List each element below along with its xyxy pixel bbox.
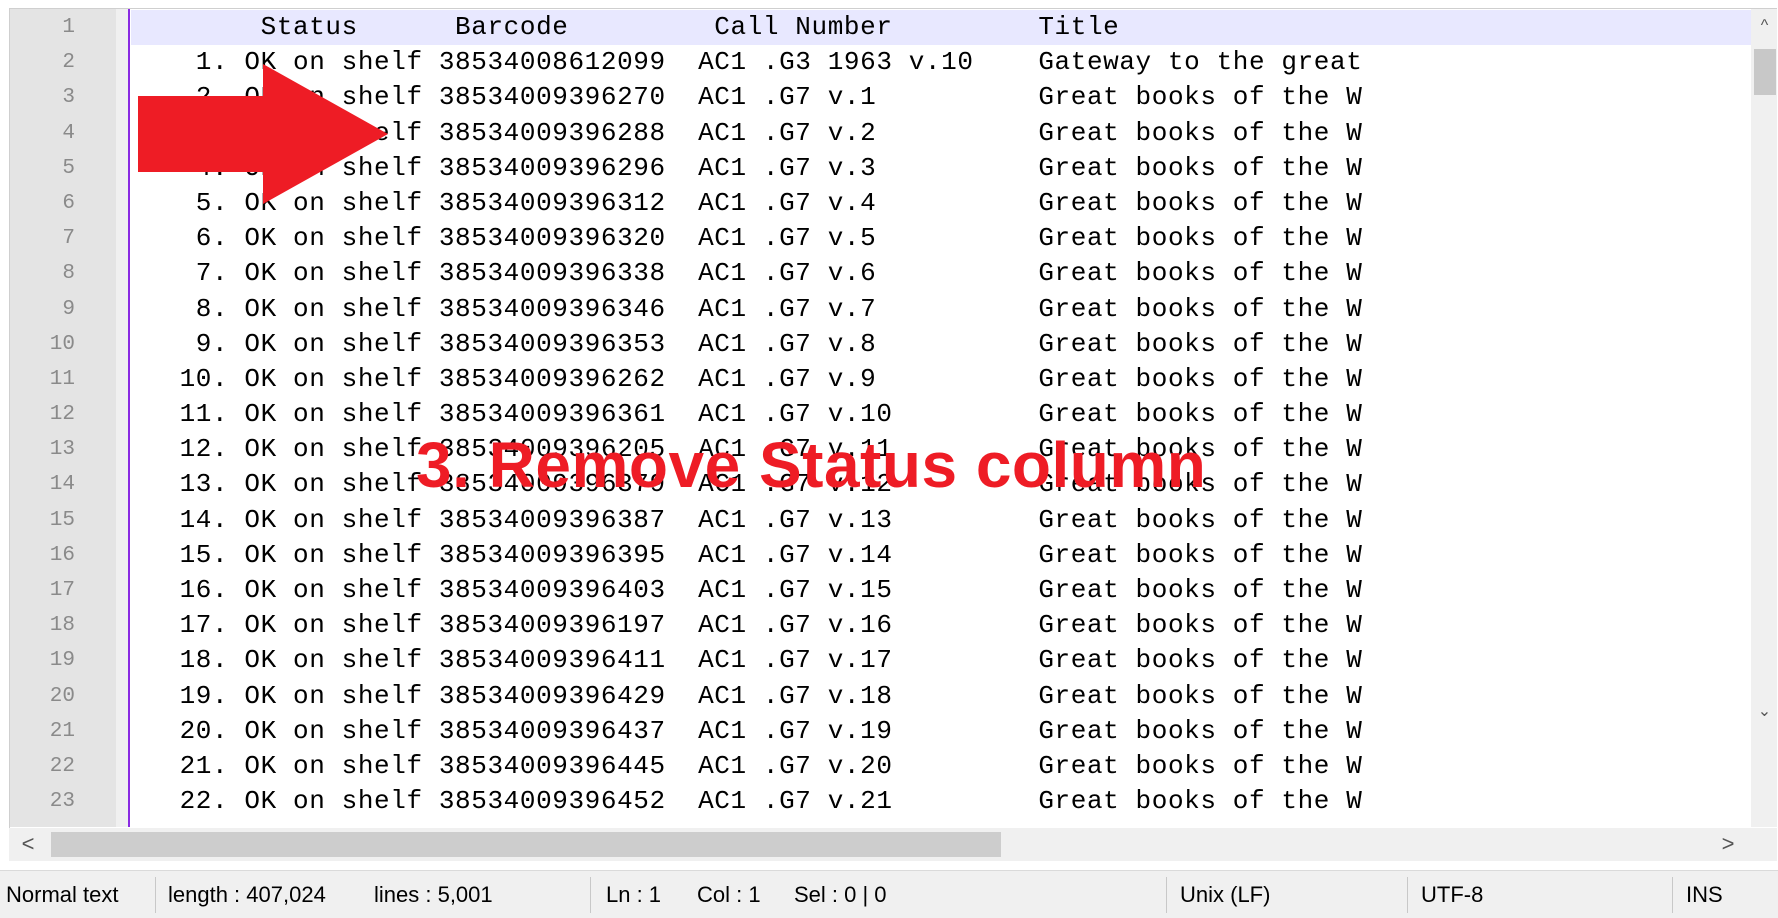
status-column: Col : 1 xyxy=(697,882,761,907)
status-selection: Sel : 0 | 0 xyxy=(794,882,887,907)
line-numbers: 1 2 3 4 5 6 7 8 9 10 11 12 13 14 15 16 17 18 19 20 21 22 23 xyxy=(10,9,119,819)
text-line[interactable]: 6. OK on shelf 38534009396320 AC1 .G7 v.… xyxy=(131,221,1751,256)
status-separator xyxy=(1672,877,1673,913)
status-separator xyxy=(1407,877,1408,913)
text-line[interactable]: 16. OK on shelf 38534009396403 AC1 .G7 v… xyxy=(131,573,1751,608)
line-number: 1 xyxy=(62,16,75,39)
line-number: 5 xyxy=(62,156,75,180)
scrollbar-corner xyxy=(1748,828,1777,861)
fold-margin[interactable] xyxy=(116,9,130,827)
chevron-up-icon[interactable]: ^ xyxy=(1751,11,1777,41)
status-line-number: Ln : 1 xyxy=(606,882,662,907)
line-number: 3 xyxy=(62,86,75,110)
status-separator xyxy=(1166,877,1167,913)
annotation-label: 3. Remove Status column xyxy=(416,429,1207,501)
line-number: 19 xyxy=(49,649,75,673)
status-bar: Normal text length : 407,024 lines : 5,0… xyxy=(0,870,1778,918)
line-number: 17 xyxy=(49,579,75,602)
text-line[interactable]: 14. OK on shelf 38534009396387 AC1 .G7 v… xyxy=(131,503,1751,538)
status-doc-type: Normal text xyxy=(6,882,119,907)
status-encoding[interactable]: UTF-8 xyxy=(1421,871,1483,918)
line-number: 16 xyxy=(49,543,75,567)
text-line[interactable]: 15. OK on shelf 38534009396395 AC1 .G7 v… xyxy=(131,538,1751,573)
red-arrow-icon xyxy=(138,64,388,204)
line-number: 20 xyxy=(49,684,75,708)
status-lines: lines : 5,001 xyxy=(374,882,493,907)
text-line[interactable]: 18. OK on shelf 38534009396411 AC1 .G7 v… xyxy=(131,643,1751,678)
line-number: 15 xyxy=(49,508,75,532)
chevron-left-icon[interactable]: < xyxy=(13,828,43,861)
line-number: 8 xyxy=(62,262,75,286)
line-number: 12 xyxy=(49,403,75,427)
text-line[interactable]: 17. OK on shelf 38534009396197 AC1 .G7 v… xyxy=(131,608,1751,643)
vertical-scrollbar[interactable]: ^ ⌄ xyxy=(1751,9,1777,827)
line-number: 7 xyxy=(62,227,75,251)
line-number: 14 xyxy=(49,473,75,497)
chevron-right-icon[interactable]: > xyxy=(1713,828,1743,861)
line-number: 23 xyxy=(49,790,75,814)
line-number: 6 xyxy=(62,191,75,215)
line-number: 2 xyxy=(62,51,75,75)
text-line[interactable]: 8. OK on shelf 38534009396346 AC1 .G7 v.… xyxy=(131,292,1751,327)
line-number: 4 xyxy=(62,121,75,145)
text-line[interactable]: 21. OK on shelf 38534009396445 AC1 .G7 v… xyxy=(131,749,1751,784)
text-line[interactable]: 9. OK on shelf 38534009396353 AC1 .G7 v.… xyxy=(131,327,1751,362)
text-line[interactable]: 20. OK on shelf 38534009396437 AC1 .G7 v… xyxy=(131,714,1751,749)
header-line[interactable]: Status Barcode Call Number Title xyxy=(131,10,1751,45)
line-number: 21 xyxy=(49,719,75,743)
line-number: 9 xyxy=(62,297,75,321)
text-line[interactable]: 10. OK on shelf 38534009396262 AC1 .G7 v… xyxy=(131,362,1751,397)
line-number: 11 xyxy=(49,367,75,391)
status-insert-mode[interactable]: INS xyxy=(1686,871,1723,918)
text-line[interactable]: 22. OK on shelf 38534009396452 AC1 .G7 v… xyxy=(131,784,1751,819)
text-line[interactable]: 7. OK on shelf 38534009396338 AC1 .G7 v.… xyxy=(131,256,1751,291)
horizontal-scroll-thumb[interactable] xyxy=(51,832,1001,857)
status-separator xyxy=(590,877,591,913)
text-line[interactable]: 11. OK on shelf 38534009396361 AC1 .G7 v… xyxy=(131,397,1751,432)
line-number: 22 xyxy=(49,754,75,778)
line-number: 13 xyxy=(49,438,75,462)
line-number-gutter: 1 2 3 4 5 6 7 8 9 10 11 12 13 14 15 16 17 18 19 20 21 22 23 xyxy=(10,9,120,827)
text-line[interactable]: 19. OK on shelf 38534009396429 AC1 .G7 v… xyxy=(131,679,1751,714)
vertical-scroll-thumb[interactable] xyxy=(1754,49,1776,95)
status-length: length : 407,024 xyxy=(168,882,326,907)
status-separator xyxy=(155,877,156,913)
chevron-down-icon[interactable]: ⌄ xyxy=(1751,697,1777,727)
line-number: 10 xyxy=(49,332,75,356)
horizontal-scrollbar[interactable]: < > xyxy=(9,828,1748,861)
line-number: 18 xyxy=(49,614,75,638)
status-eol[interactable]: Unix (LF) xyxy=(1180,871,1270,918)
